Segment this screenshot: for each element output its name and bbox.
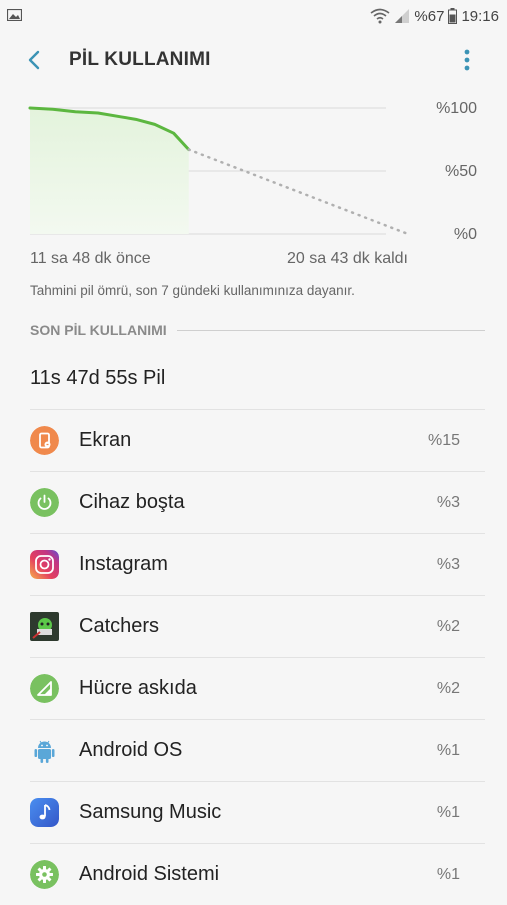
list-item[interactable]: Android Sistemi %1 — [30, 843, 485, 905]
android-icon — [34, 740, 55, 763]
list-item-label: Cihaz boşta — [79, 491, 185, 513]
list-item-label: Catchers — [79, 615, 160, 637]
section-title: SON PİL KULLANIMI — [30, 322, 177, 338]
cell-signal-icon — [30, 674, 59, 703]
list-item[interactable]: Ekran %15 — [30, 409, 485, 471]
list-item[interactable]: Android OS %1 — [30, 719, 485, 781]
power-icon — [30, 488, 59, 517]
list-item-label: Android OS — [79, 739, 183, 761]
list-item[interactable]: Samsung Music %1 — [30, 781, 485, 843]
y-tick-label-0: %0 — [453, 226, 477, 243]
list-item[interactable]: Instagram %3 — [30, 533, 485, 595]
list-item-percent: %3 — [436, 556, 460, 573]
section-header: SON PİL KULLANIMI — [30, 322, 485, 340]
list-item[interactable]: Cihaz boşta %3 — [30, 471, 485, 533]
usage-list: Ekran %15 Cihaz boşta %3 Instagram %3 Ca… — [0, 409, 507, 905]
wifi-icon — [370, 8, 390, 24]
list-item-percent: %1 — [436, 742, 460, 759]
battery-area-fill — [30, 108, 189, 234]
x-left-label: 11 sa 48 dk önce — [30, 250, 151, 267]
clock: 19:16 — [461, 7, 499, 25]
battery-percent: %67 — [414, 7, 445, 25]
battery-chart: %100 %50 %0 11 sa 48 dk önce 20 sa 43 dk… — [0, 88, 507, 268]
battery-projection-line — [187, 148, 410, 236]
list-item-label: Android Sistemi — [79, 863, 220, 885]
signal-icon — [395, 9, 410, 23]
catchers-icon — [30, 612, 59, 641]
x-right-label: 20 sa 43 dk kaldı — [287, 250, 408, 267]
battery-icon — [448, 8, 458, 24]
list-item[interactable]: Catchers %2 — [30, 595, 485, 657]
settings-gear-icon — [30, 860, 59, 889]
y-tick-label-50: %50 — [444, 163, 477, 180]
list-item-percent: %15 — [427, 432, 460, 449]
battery-chart-plot — [28, 106, 410, 236]
list-item-percent: %1 — [436, 804, 460, 821]
instagram-icon — [30, 550, 59, 579]
list-item-percent: %2 — [436, 618, 460, 635]
gallery-icon — [7, 9, 22, 21]
page-title: PİL KULLANIMI — [69, 49, 211, 70]
screen-icon — [30, 426, 59, 455]
y-tick-label-100: %100 — [436, 100, 477, 117]
list-item-percent: %1 — [436, 866, 460, 883]
list-item-label: Ekran — [79, 429, 132, 451]
more-vertical-icon[interactable] — [455, 46, 479, 74]
status-right: %67 19:16 — [370, 7, 499, 25]
estimate-note: Tahmini pil ömrü, son 7 gündeki kullanım… — [30, 283, 355, 298]
list-item[interactable]: Hücre askıda %2 — [30, 657, 485, 719]
list-item-percent: %3 — [436, 494, 460, 511]
status-bar: %67 19:16 — [0, 0, 507, 32]
list-item-label: Instagram — [79, 553, 168, 575]
back-arrow-icon[interactable] — [20, 46, 48, 74]
list-item-label: Hücre askıda — [79, 677, 197, 699]
list-item-percent: %2 — [436, 680, 460, 697]
music-icon — [30, 798, 59, 827]
app-bar: PİL KULLANIMI — [0, 32, 507, 88]
list-item-label: Samsung Music — [79, 801, 222, 823]
total-usage-time: 11s 47d 55s Pil — [30, 367, 166, 389]
